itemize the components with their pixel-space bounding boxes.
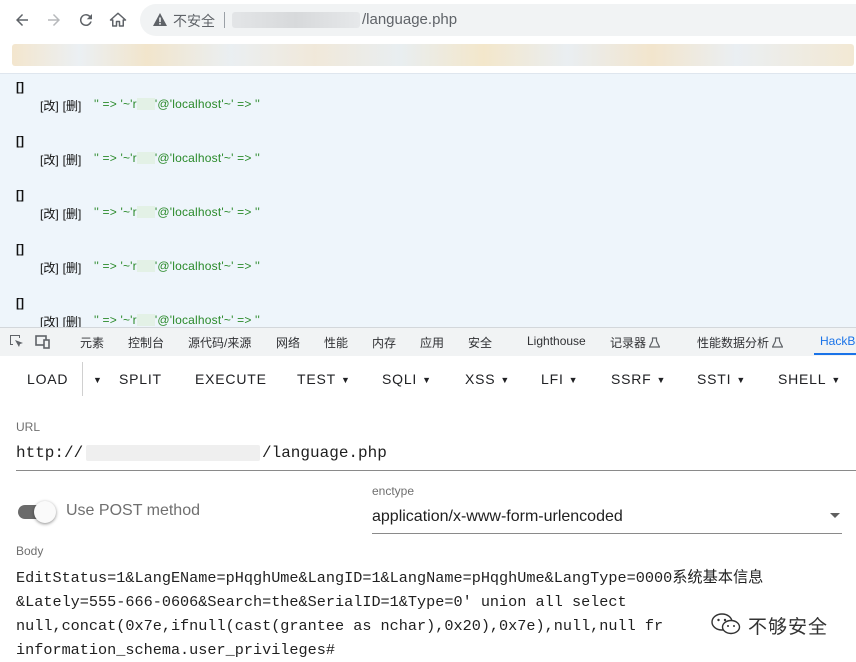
page-content: [] [改] [删] '' => '~'r '@'localhost'~' => '… — [0, 73, 856, 328]
reload-icon[interactable] — [74, 8, 98, 32]
tab-performance[interactable]: 性能 — [324, 334, 348, 351]
record-expression: '' => '~'r '@'localhost'~' => '' — [94, 97, 261, 111]
record-bracket: [] — [16, 296, 24, 310]
browser-toolbar: 不安全 /language.php — [0, 0, 856, 40]
insecure-label[interactable]: 不安全 — [173, 11, 215, 31]
url-field[interactable]: http:// /language.php — [16, 440, 856, 471]
tab-hackbar[interactable]: HackBa — [820, 334, 856, 348]
tab-elements[interactable]: 元素 — [80, 334, 104, 351]
forward-icon[interactable] — [42, 8, 66, 32]
body-label: Body — [16, 544, 44, 558]
execute-button[interactable]: EXECUTE — [195, 371, 267, 387]
devtools-tabbar: 元素 控制台 源代码/来源 网络 性能 内存 应用 安全 Lighthouse … — [0, 327, 856, 357]
tab-memory[interactable]: 内存 — [372, 334, 396, 351]
list-item: [] [改] [删] '' => '~'r '@'localhost'~' => '… — [0, 182, 856, 236]
ssrf-menu[interactable]: SSRF ▼ — [611, 371, 666, 387]
tab-performance-insights[interactable]: 性能数据分析 — [697, 334, 784, 351]
tab-network[interactable]: 网络 — [276, 334, 300, 351]
hackbar-menu: LOAD ▼ SPLIT EXECUTE TEST ▼ SQLI ▼ XSS ▼ LF… — [0, 356, 856, 402]
url-path[interactable]: /language.php — [362, 11, 457, 28]
record-expression: '' => '~'r '@'localhost'~' => '' — [94, 205, 261, 219]
tab-security[interactable]: 安全 — [468, 334, 492, 351]
list-item: [] [改] [删] '' => '~'r '@'localhost'~' => '… — [0, 290, 856, 328]
address-bar[interactable]: 不安全 /language.php — [140, 4, 856, 36]
back-icon[interactable] — [10, 8, 34, 32]
delete-link[interactable]: [删] — [63, 207, 82, 221]
tab-lighthouse[interactable]: Lighthouse — [527, 334, 586, 348]
flask-icon — [771, 337, 784, 348]
watermark: 不够安全 — [708, 610, 848, 638]
load-dropdown-icon[interactable]: ▼ — [88, 371, 103, 387]
url-path-value: /language.php — [262, 444, 387, 462]
home-icon[interactable] — [106, 8, 130, 32]
active-tab-indicator — [814, 353, 856, 355]
menu-divider — [82, 362, 83, 396]
chevron-down-icon — [830, 513, 840, 518]
address-separator — [224, 12, 225, 28]
post-toggle-knob[interactable] — [34, 501, 56, 523]
redacted-host — [86, 445, 260, 461]
edit-link[interactable]: [改] — [40, 153, 59, 167]
enctype-value: application/x-www-form-urlencoded — [372, 508, 623, 525]
record-expression: '' => '~'r '@'localhost'~' => '' — [94, 313, 261, 327]
sqli-menu[interactable]: SQLI ▼ — [382, 371, 432, 387]
record-bracket: [] — [16, 80, 24, 94]
ssti-menu[interactable]: SSTI ▼ — [697, 371, 746, 387]
edit-link[interactable]: [改] — [40, 207, 59, 221]
redacted-host — [232, 12, 360, 28]
flask-icon — [648, 337, 661, 348]
enctype-label: enctype — [372, 484, 415, 498]
edit-link[interactable]: [改] — [40, 261, 59, 275]
bookmarks-bar-blurred — [12, 44, 854, 66]
test-menu[interactable]: TEST ▼ — [297, 371, 351, 387]
inspect-element-icon[interactable] — [8, 333, 26, 351]
delete-link[interactable]: [删] — [63, 99, 82, 113]
edit-link[interactable]: [改] — [40, 99, 59, 113]
record-expression: '' => '~'r '@'localhost'~' => '' — [94, 259, 261, 273]
tab-application[interactable]: 应用 — [420, 334, 444, 351]
record-bracket: [] — [16, 188, 24, 202]
tab-recorder[interactable]: 记录器 — [610, 334, 661, 351]
tab-sources[interactable]: 源代码/来源 — [188, 334, 251, 351]
shell-menu[interactable]: SHELL ▼ — [778, 371, 841, 387]
delete-link[interactable]: [删] — [63, 261, 82, 275]
record-expression: '' => '~'r '@'localhost'~' => '' — [94, 151, 261, 165]
device-toolbar-icon[interactable] — [34, 333, 52, 351]
warning-icon[interactable] — [152, 12, 168, 28]
load-button[interactable]: LOAD — [27, 371, 68, 387]
xss-menu[interactable]: XSS ▼ — [465, 371, 510, 387]
split-button[interactable]: SPLIT — [119, 371, 162, 387]
post-method-label: Use POST method — [66, 502, 200, 519]
lfi-menu[interactable]: LFI ▼ — [541, 371, 578, 387]
list-item: [] [改] [删] '' => '~'r '@'localhost'~' => '… — [0, 74, 856, 128]
delete-link[interactable]: [删] — [63, 153, 82, 167]
list-item: [] [改] [删] '' => '~'r '@'localhost'~' => '… — [0, 236, 856, 290]
watermark-text: 不够安全 — [748, 617, 829, 638]
url-label: URL — [16, 420, 41, 434]
enctype-select[interactable]: application/x-www-form-urlencoded — [372, 505, 842, 534]
url-prefix: http:// — [16, 444, 84, 462]
tab-console[interactable]: 控制台 — [128, 334, 164, 351]
record-bracket: [] — [16, 134, 24, 148]
wechat-icon — [711, 613, 741, 635]
record-bracket: [] — [16, 242, 24, 256]
list-item: [] [改] [删] '' => '~'r '@'localhost'~' => '… — [0, 128, 856, 182]
